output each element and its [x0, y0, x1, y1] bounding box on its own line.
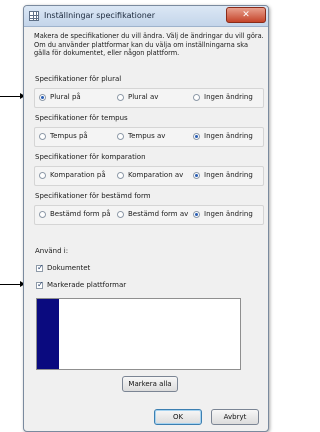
radio-button[interactable] — [39, 93, 46, 101]
radio-plural-nochange[interactable]: Ingen ändring — [193, 93, 253, 101]
radio-komparation-on[interactable]: Komparation på — [39, 171, 106, 179]
select-all-button[interactable]: Markera alla — [122, 376, 178, 392]
checkbox[interactable] — [36, 280, 44, 289]
instructions-text: Makera de specifikationer du vill ändra.… — [34, 32, 264, 57]
app-grid-icon — [29, 11, 39, 21]
radio-button[interactable] — [193, 210, 200, 218]
radio-button[interactable] — [117, 93, 124, 101]
group-label-komparation: Specifikationer för komparation — [35, 153, 146, 161]
platform-list[interactable] — [36, 298, 241, 370]
radio-button[interactable] — [193, 93, 200, 101]
platform-color-swatch[interactable] — [37, 299, 59, 369]
radio-plural-on[interactable]: Plural på — [39, 93, 81, 101]
radio-button[interactable] — [117, 210, 124, 218]
group-label-plural: Specifikationer för plural — [35, 75, 122, 83]
title-bar: Inställningar specifikationer ✕ — [24, 6, 268, 27]
checkbox-selected-platforms[interactable]: Markerade plattformar — [36, 280, 126, 289]
radio-button[interactable] — [39, 171, 46, 179]
group-komparation: Komparation på Komparation av Ingen ändr… — [34, 166, 264, 186]
radio-komparation-off[interactable]: Komparation av — [117, 171, 183, 179]
close-icon: ✕ — [242, 10, 250, 20]
radio-button[interactable] — [39, 210, 46, 218]
radio-bestamd-nochange[interactable]: Ingen ändring — [193, 210, 253, 218]
apply-to-label: Använd i: — [35, 247, 69, 255]
ok-button[interactable]: OK — [154, 409, 202, 425]
radio-button[interactable] — [39, 132, 46, 140]
close-button[interactable]: ✕ — [226, 7, 266, 23]
cancel-button[interactable]: Avbryt — [211, 409, 259, 425]
checkbox-document[interactable]: Dokumentet — [36, 263, 90, 272]
annotation-arrow-plural — [0, 93, 25, 99]
radio-button[interactable] — [193, 132, 200, 140]
annotation-arrow-platforms — [0, 281, 25, 287]
radio-bestamd-off[interactable]: Bestämd form av — [117, 210, 188, 218]
radio-button[interactable] — [117, 171, 124, 179]
radio-plural-off[interactable]: Plural av — [117, 93, 158, 101]
group-bestamd-form: Bestämd form på Bestämd form av Ingen än… — [34, 205, 264, 225]
radio-button[interactable] — [193, 171, 200, 179]
radio-tempus-off[interactable]: Tempus av — [117, 132, 165, 140]
radio-button[interactable] — [117, 132, 124, 140]
group-plural: Plural på Plural av Ingen ändring — [34, 88, 264, 108]
group-label-tempus: Specifikationer för tempus — [35, 114, 128, 122]
window-title: Inställningar specifikationer — [44, 11, 156, 20]
radio-komparation-nochange[interactable]: Ingen ändring — [193, 171, 253, 179]
radio-tempus-nochange[interactable]: Ingen ändring — [193, 132, 253, 140]
group-label-bestamd-form: Specifikationer för bestämd form — [35, 192, 151, 200]
radio-bestamd-on[interactable]: Bestämd form på — [39, 210, 111, 218]
group-tempus: Tempus på Tempus av Ingen ändring — [34, 127, 264, 147]
checkbox[interactable] — [36, 263, 44, 272]
radio-tempus-on[interactable]: Tempus på — [39, 132, 88, 140]
settings-dialog: Inställningar specifikationer ✕ Makera d… — [23, 5, 269, 432]
